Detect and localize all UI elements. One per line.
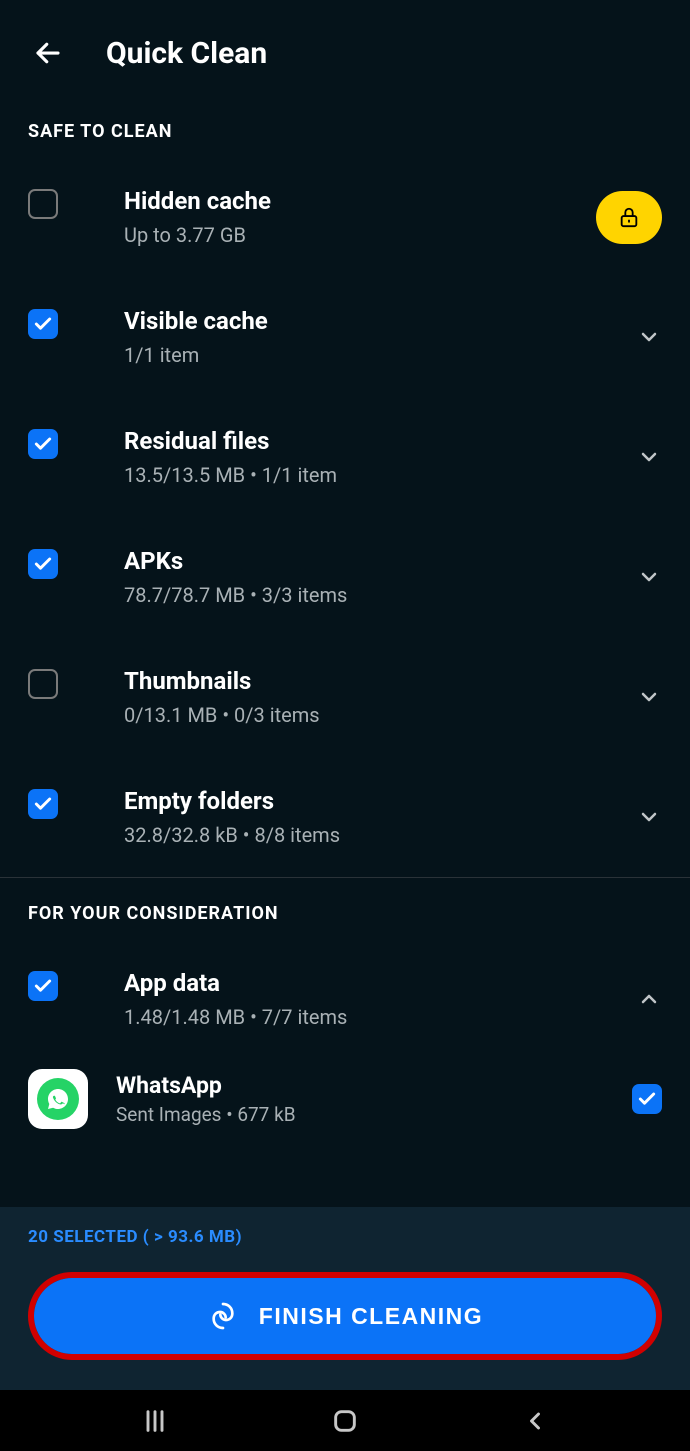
item-apks[interactable]: APKs 78.7/78.7 MB • 3/3 items (0, 517, 690, 637)
item-app-data[interactable]: App data 1.48/1.48 MB • 7/7 items (0, 939, 690, 1059)
finish-cleaning-button[interactable]: FINISH CLEANING (34, 1278, 656, 1354)
item-title: Thumbnails (124, 667, 608, 695)
item-title: APKs (124, 547, 608, 575)
swirl-icon (207, 1300, 239, 1332)
chevron-down-icon[interactable] (636, 444, 662, 470)
bottom-bar: 20 SELECTED ( > 93.6 MB) FINISH CLEANING (0, 1207, 690, 1390)
item-subtitle: 1.48/1.48 MB • 7/7 items (124, 1005, 608, 1029)
android-nav-bar (0, 1390, 690, 1451)
lock-badge[interactable] (596, 191, 662, 244)
chevron-down-icon[interactable] (636, 684, 662, 710)
nested-title: WhatsApp (116, 1072, 604, 1099)
item-subtitle: 1/1 item (124, 343, 608, 367)
app-icon-whatsapp (28, 1069, 88, 1129)
item-title: Residual files (124, 427, 608, 455)
lock-icon (618, 204, 640, 230)
checkbox-empty-folders[interactable] (28, 789, 58, 819)
item-subtitle: Up to 3.77 GB (124, 223, 568, 247)
item-title: Empty folders (124, 787, 608, 815)
back-button[interactable] (30, 35, 66, 71)
nav-recents[interactable] (130, 1401, 180, 1441)
cta-label: FINISH CLEANING (259, 1303, 483, 1330)
page-title: Quick Clean (106, 36, 267, 71)
item-residual-files[interactable]: Residual files 13.5/13.5 MB • 1/1 item (0, 397, 690, 517)
item-subtitle: 32.8/32.8 kB • 8/8 items (124, 823, 608, 847)
nested-subtitle: Sent Images • 677 kB (116, 1103, 604, 1126)
checkbox-apks[interactable] (28, 549, 58, 579)
section-safe-header: SAFE TO CLEAN (0, 96, 690, 157)
item-subtitle: 0/13.1 MB • 0/3 items (124, 703, 608, 727)
item-subtitle: 13.5/13.5 MB • 1/1 item (124, 463, 608, 487)
item-hidden-cache[interactable]: Hidden cache Up to 3.77 GB (0, 157, 690, 277)
nested-item-whatsapp[interactable]: WhatsApp Sent Images • 677 kB (0, 1059, 690, 1139)
whatsapp-icon (46, 1087, 70, 1111)
checkbox-visible-cache[interactable] (28, 309, 58, 339)
chevron-down-icon[interactable] (636, 804, 662, 830)
checkbox-app-data[interactable] (28, 971, 58, 1001)
checkbox-hidden-cache[interactable] (28, 189, 58, 219)
selected-count: 20 SELECTED ( > 93.6 MB) (28, 1227, 662, 1247)
nav-back[interactable] (510, 1401, 560, 1441)
chevron-up-icon[interactable] (636, 986, 662, 1012)
item-title: App data (124, 969, 608, 997)
checkbox-residual-files[interactable] (28, 429, 58, 459)
chevron-down-icon[interactable] (636, 564, 662, 590)
chevron-down-icon[interactable] (636, 324, 662, 350)
item-visible-cache[interactable]: Visible cache 1/1 item (0, 277, 690, 397)
item-thumbnails[interactable]: Thumbnails 0/13.1 MB • 0/3 items (0, 637, 690, 757)
checkbox-thumbnails[interactable] (28, 669, 58, 699)
item-title: Visible cache (124, 307, 608, 335)
item-subtitle: 78.7/78.7 MB • 3/3 items (124, 583, 608, 607)
item-empty-folders[interactable]: Empty folders 32.8/32.8 kB • 8/8 items (0, 757, 690, 877)
cta-highlight: FINISH CLEANING (28, 1272, 662, 1360)
nav-home[interactable] (320, 1401, 370, 1441)
section-consideration-header: FOR YOUR CONSIDERATION (0, 878, 690, 939)
item-title: Hidden cache (124, 187, 568, 215)
checkbox-whatsapp[interactable] (632, 1084, 662, 1114)
header: Quick Clean (0, 0, 690, 96)
